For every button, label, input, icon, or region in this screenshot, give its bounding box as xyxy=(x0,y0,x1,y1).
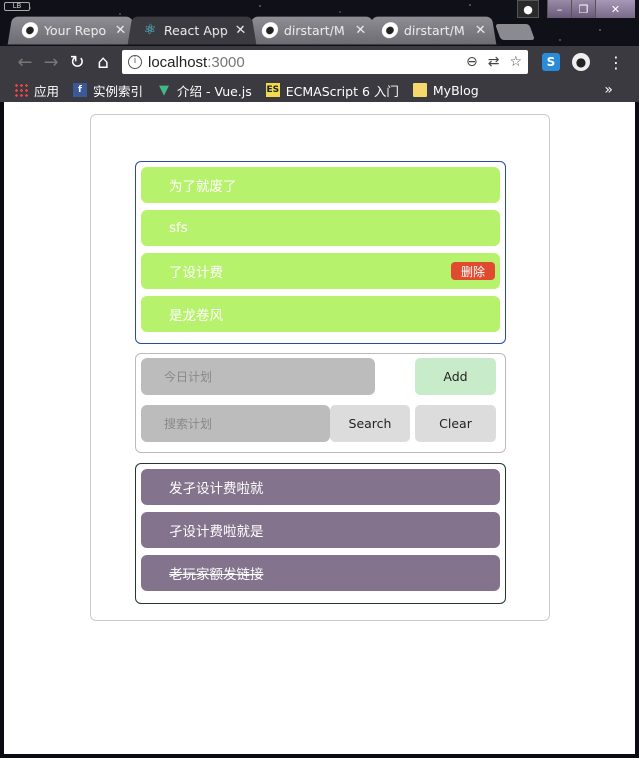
done-item-text: 发孑设计费啦就 xyxy=(169,481,264,497)
tab-close-icon[interactable]: ✕ xyxy=(114,23,127,38)
tab-react-app[interactable]: ⚛ React App ✕ xyxy=(127,16,257,45)
todo-item[interactable]: 了设计费 删除 xyxy=(141,253,500,289)
bookmarks-overflow-icon[interactable]: » xyxy=(604,82,613,98)
tab-your-repo[interactable]: ● Your Repo ✕ xyxy=(7,16,137,45)
github-icon: ● xyxy=(380,22,399,39)
home-icon[interactable]: ⌂ xyxy=(90,49,116,75)
bookmarks-bar: 应用 f 实例索引 ▼ 介绍 - Vue.js ES ECMAScript 6 … xyxy=(0,78,639,102)
page-content: 为了就废了 sfs 了设计费 删除 是龙卷风 今日计划 Add 搜索计划 Sea… xyxy=(4,102,635,754)
bookmark-label: MyBlog xyxy=(432,82,479,98)
info-icon[interactable]: i xyxy=(128,55,142,69)
search-button[interactable]: Search xyxy=(330,405,410,442)
url-port: :3000 xyxy=(207,53,245,71)
bookmark-apps[interactable]: 应用 xyxy=(14,81,59,100)
todo-item[interactable]: sfs xyxy=(141,210,500,246)
bookmark-examples[interactable]: f 实例索引 xyxy=(73,81,143,100)
menu-dots-icon[interactable]: ⋮ xyxy=(608,53,624,72)
bookmark-myblog[interactable]: MyBlog xyxy=(412,82,479,98)
back-arrow-icon[interactable]: ← xyxy=(12,49,38,75)
tab-close-icon[interactable]: ✕ xyxy=(234,23,247,38)
todo-list: 为了就废了 sfs 了设计费 删除 是龙卷风 xyxy=(135,161,506,344)
plan-input[interactable]: 今日计划 xyxy=(141,358,375,395)
es-icon: ES xyxy=(265,83,280,97)
facebook-icon: f xyxy=(73,83,88,97)
zoom-icon[interactable]: ⊖ xyxy=(466,54,478,70)
done-item[interactable]: 发孑设计费啦就 xyxy=(141,469,500,505)
clear-button[interactable]: Clear xyxy=(415,405,496,442)
tab-close-icon[interactable]: ✕ xyxy=(474,23,487,38)
delete-button[interactable]: 删除 xyxy=(450,262,495,280)
minimize-button[interactable]: – xyxy=(547,0,571,18)
github-icon: ● xyxy=(20,22,39,39)
forward-arrow-icon[interactable]: → xyxy=(38,49,64,75)
window-controls: ● – ❐ ✕ xyxy=(517,0,635,18)
browser-toolbar: ← → ↻ ⌂ i localhost:3000 ⊖ ⇄ ☆ S ● ⋮ xyxy=(0,46,639,78)
url-host: localhost xyxy=(148,53,208,71)
url-text: localhost:3000 xyxy=(148,54,466,71)
bookmark-vue[interactable]: ▼ 介绍 - Vue.js xyxy=(157,81,252,100)
new-tab-button[interactable] xyxy=(495,24,535,40)
todo-item-text: 为了就废了 xyxy=(169,179,237,195)
browser-titlebar: LB ● – ❐ ✕ ● Your Repo ✕ ⚛ React App ✕ ●… xyxy=(0,0,639,46)
tab-dirstart-1[interactable]: ● dirstart/M ✕ xyxy=(247,16,377,45)
done-list: 发孑设计费啦就 孑设计费啦就是 老玩家额发链接 xyxy=(135,463,506,604)
todo-item[interactable]: 是龙卷风 xyxy=(141,296,500,332)
bookmark-label: ECMAScript 6 入门 xyxy=(285,83,399,99)
window-logo-icon: LB xyxy=(4,2,30,11)
search-input[interactable]: 搜索计划 xyxy=(141,405,330,442)
close-button[interactable]: ✕ xyxy=(595,0,635,18)
tab-dirstart-2[interactable]: ● dirstart/M ✕ xyxy=(367,16,497,45)
bookmark-label: 应用 xyxy=(34,83,60,99)
reload-icon[interactable]: ↻ xyxy=(64,49,90,75)
todo-app-card: 为了就废了 sfs 了设计费 删除 是龙卷风 今日计划 Add 搜索计划 Sea… xyxy=(90,114,550,621)
tab-close-icon[interactable]: ✕ xyxy=(354,23,367,38)
todo-item-text: 了设计费 xyxy=(169,265,223,281)
maximize-button[interactable]: ❐ xyxy=(571,0,595,18)
star-icon[interactable]: ☆ xyxy=(509,54,522,70)
todo-item-text: sfs xyxy=(169,220,188,236)
window-bottom-border xyxy=(0,754,639,758)
plan-form: 今日计划 Add 搜索计划 Search Clear xyxy=(135,353,506,453)
address-bar[interactable]: i localhost:3000 ⊖ ⇄ ☆ xyxy=(122,50,528,74)
github-icon: ● xyxy=(260,22,279,39)
tab-title: dirstart/M xyxy=(283,22,346,38)
tab-strip: ● Your Repo ✕ ⚛ React App ✕ ● dirstart/M… xyxy=(7,16,535,46)
bookmark-label: 介绍 - Vue.js xyxy=(177,83,252,99)
folder-icon xyxy=(412,83,427,97)
bookmark-label: 实例索引 xyxy=(93,83,144,99)
extension-s-icon[interactable]: S xyxy=(542,53,560,71)
extension-circle-icon[interactable]: ● xyxy=(572,53,590,71)
tab-title: React App xyxy=(163,22,229,38)
done-item[interactable]: 孑设计费啦就是 xyxy=(141,512,500,548)
react-icon: ⚛ xyxy=(142,22,158,39)
vue-icon: ▼ xyxy=(159,82,170,98)
done-item-text: 孑设计费啦就是 xyxy=(169,524,264,540)
done-item-text: 老玩家额发链接 xyxy=(169,567,264,583)
todo-item-text: 是龙卷风 xyxy=(169,308,223,324)
apps-icon xyxy=(14,83,28,97)
done-item[interactable]: 老玩家额发链接 xyxy=(141,555,500,591)
tab-title: dirstart/M xyxy=(403,22,466,38)
todo-item[interactable]: 为了就废了 xyxy=(141,167,500,203)
add-button[interactable]: Add xyxy=(415,358,496,395)
tab-title: Your Repo xyxy=(43,22,107,38)
translate-icon[interactable]: ⇄ xyxy=(488,54,500,70)
bookmark-es6[interactable]: ES ECMAScript 6 入门 xyxy=(265,81,399,100)
